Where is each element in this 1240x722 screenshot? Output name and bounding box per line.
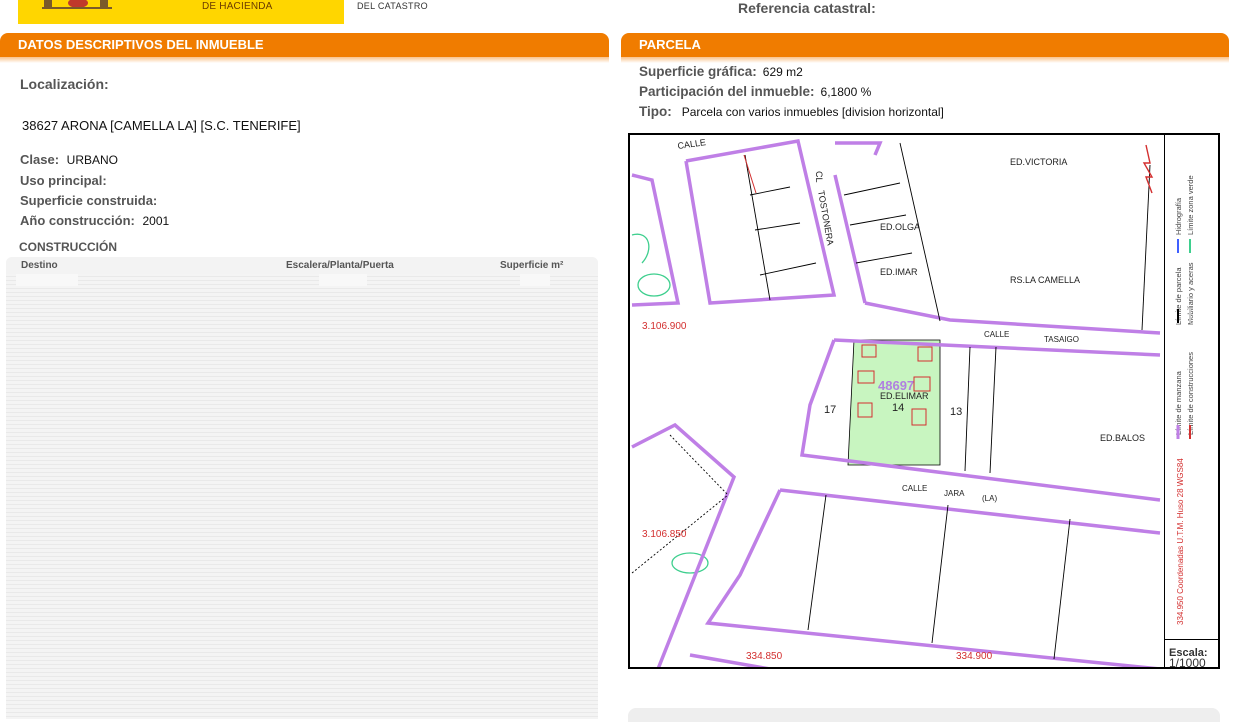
cadastral-map-drawing[interactable]: CALLE CL TOSTONERA ED.VICTORIA ED.OLGA E… <box>630 135 1164 669</box>
map-label-ed-imar: ED.IMAR <box>880 267 918 277</box>
map-label-calle-jara-2: JARA <box>944 489 965 498</box>
map-label-calle-tasaigo-1: CALLE <box>984 330 1009 339</box>
map-legend: Hidrografía Límite zona verde Límite de … <box>1164 135 1218 639</box>
clase-value: URBANO <box>66 153 118 167</box>
localizacion-value: 38627 ARONA [CAMELLA LA] [S.C. TENERIFE] <box>22 118 301 133</box>
map-label-cl: CL <box>814 171 824 183</box>
datos-descriptivos-panel: Localización: 38627 ARONA [CAMELLA LA] [… <box>0 60 610 720</box>
map-coord-y2: 3.106.850 <box>642 529 687 540</box>
map-coord-x2: 334.900 <box>956 651 993 662</box>
superficie-grafica-value: 629 m2 <box>762 65 803 79</box>
construccion-table-header: Destino Escalera/Planta/Puerta Superfici… <box>6 257 598 274</box>
map-label-ed-elimar: ED.ELIMAR <box>880 391 929 401</box>
map-label-calle-jara-1: CALLE <box>902 484 927 493</box>
blank-cell <box>319 274 367 286</box>
uso-principal-field: Uso principal: <box>20 173 107 188</box>
map-label-num-14: 14 <box>892 402 904 414</box>
superficie-construida-field: Superficie construida: <box>20 193 157 208</box>
green-zone-boundary <box>631 233 650 264</box>
coat-of-arms-icon <box>42 0 112 9</box>
ministry-logo-banner: DE HACIENDA <box>18 0 344 24</box>
legend-limite-zona-verde: Límite zona verde <box>1186 175 1195 235</box>
tipo-label: Tipo: <box>639 104 672 119</box>
map-label-calle-top: CALLE <box>677 137 707 151</box>
tipo-field: Tipo: Parcela con varios inmuebles [divis… <box>639 104 944 124</box>
blank-cell <box>520 274 550 286</box>
escalera-column-header: Escalera/Planta/Puerta <box>286 260 394 271</box>
construccion-table: Destino Escalera/Planta/Puerta Superfici… <box>6 257 598 719</box>
parcela-info: Superficie gráfica: 629 m2 Participación … <box>639 64 944 124</box>
referencia-catastral-label: Referencia catastral: <box>738 0 876 16</box>
legend-hidrografia: Hidrografía <box>1174 197 1183 235</box>
map-label-calle-jara-3: (LA) <box>982 494 997 503</box>
map-label-ed-olga: ED.OLGA <box>880 222 920 232</box>
anio-construccion-label: Año construcción: <box>20 213 135 228</box>
participacion-label: Participación del inmueble: <box>639 84 815 99</box>
destino-column-header: Destino <box>21 260 58 271</box>
north-arrow-icon <box>1142 144 1154 194</box>
parcela-header: PARCELA <box>621 33 1229 63</box>
participacion-field: Participación del inmueble: 6,1800 % <box>639 84 944 104</box>
anio-construccion-field: Año construcción: 2001 <box>20 213 169 228</box>
cadastral-map[interactable]: CALLE CL TOSTONERA ED.VICTORIA ED.OLGA E… <box>628 133 1220 669</box>
ministry-name: DE HACIENDA <box>202 1 273 12</box>
map-label-ed-victoria: ED.VICTORIA <box>1010 157 1067 167</box>
map-label-ed-balos: ED.BALOS <box>1100 433 1145 443</box>
green-zone-boundary <box>637 273 671 297</box>
superficie-construida-label: Superficie construida: <box>20 193 158 208</box>
map-coord-x1: 334.850 <box>746 651 783 662</box>
blank-cell <box>16 274 78 286</box>
superficie-grafica-field: Superficie gráfica: 629 m2 <box>639 64 944 84</box>
catastro-agency-name: DEL CATASTRO <box>357 1 428 11</box>
map-label-rs-camella: RS.LA CAMELLA <box>1010 275 1080 285</box>
legend-coordenadas: 334.950 Coordenadas U.T.M. Huso 28 WGS84 <box>1176 458 1185 625</box>
escala-value: 1/1000 <box>1169 656 1206 669</box>
clase-field: Clase: URBANO <box>20 152 118 167</box>
datos-descriptivos-header: DATOS DESCRIPTIVOS DEL INMUEBLE <box>0 33 609 63</box>
localizacion-label: Localización: <box>20 76 109 92</box>
participacion-value: 6,1800 % <box>820 85 872 99</box>
map-label-calle-tasaigo-2: TASAIGO <box>1044 335 1079 344</box>
map-label-num-13: 13 <box>950 406 962 418</box>
map-coord-y1: 3.106.900 <box>642 321 687 332</box>
construccion-title: CONSTRUCCIÓN <box>19 240 117 254</box>
anio-construccion-value: 2001 <box>142 214 170 228</box>
legend-limite-construcciones: Límite de construcciones <box>1186 352 1195 435</box>
superficie-column-header: Superficie m² <box>500 260 564 271</box>
clase-label: Clase: <box>20 152 60 167</box>
uso-principal-label: Uso principal: <box>20 173 107 188</box>
superficie-grafica-label: Superficie gráfica: <box>639 64 757 79</box>
map-label-num-17: 17 <box>824 404 836 416</box>
tipo-value: Parcela con varios inmuebles [division h… <box>681 105 944 119</box>
scale-box: Escala: 1/1000 <box>1164 639 1218 669</box>
